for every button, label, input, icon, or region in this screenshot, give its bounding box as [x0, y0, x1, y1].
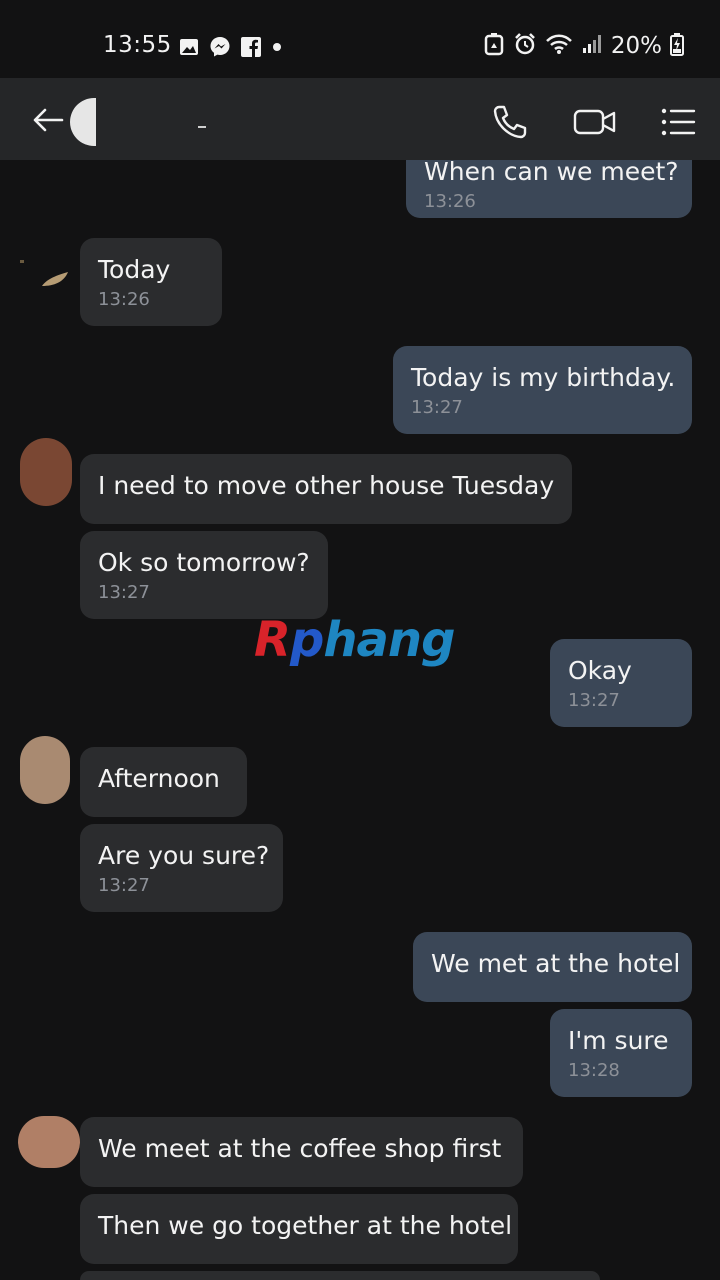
contact-name[interactable]	[198, 126, 206, 128]
message-bubble-outgoing[interactable]: Today is my birthday. 13:27	[393, 346, 692, 434]
message-time: 13:26	[98, 289, 150, 310]
chat-header-overlay	[0, 78, 720, 160]
message-bubble-incoming[interactable]: Ok so tomorrow? 13:27	[80, 531, 328, 619]
message-time: 13:27	[98, 582, 150, 603]
message-time: 13:28	[568, 1060, 620, 1081]
message-bubble-outgoing[interactable]: We met at the hotel	[413, 932, 692, 1002]
watermark-logo: Rphang	[254, 612, 455, 668]
sender-avatar[interactable]	[18, 1116, 80, 1168]
battery-charging-icon	[670, 32, 684, 60]
message-text: Today is my birthday.	[411, 363, 676, 392]
gallery-icon	[178, 36, 200, 62]
message-text: I'm sure	[568, 1026, 669, 1055]
message-text: Then we go together at the hotel	[98, 1211, 513, 1240]
message-text: Afternoon	[98, 764, 220, 793]
message-time: 13:27	[98, 875, 150, 896]
message-text: Are you sure?	[98, 841, 270, 870]
message-bubble-incoming[interactable]: Are you sure? 13:27	[80, 824, 283, 912]
status-time: 13:55	[103, 32, 172, 58]
notification-icons	[178, 35, 284, 63]
contact-avatar[interactable]	[70, 98, 96, 146]
message-time: 13:27	[411, 397, 463, 418]
sender-avatar[interactable]	[20, 438, 72, 506]
facebook-icon	[240, 36, 262, 62]
message-text: We met at the hotel	[431, 949, 681, 978]
message-bubble-incoming[interactable]: Then we go together at the hotel	[80, 1194, 518, 1264]
phone-icon[interactable]	[490, 102, 530, 146]
message-bubble-incoming[interactable]: We meet at the coffee shop first	[80, 1117, 523, 1187]
back-arrow-icon[interactable]	[30, 102, 66, 142]
message-bubble-incoming[interactable]: I need to move other house Tuesday	[80, 454, 572, 524]
message-time: 13:26	[424, 191, 476, 212]
message-bubble-incoming[interactable]: Today 13:26	[80, 238, 222, 326]
video-call-icon[interactable]	[572, 102, 618, 146]
wifi-icon	[545, 32, 573, 60]
alarm-icon	[513, 32, 537, 60]
battery-percent: 20%	[610, 33, 662, 59]
recycle-icon	[483, 32, 505, 60]
message-text: Okay	[568, 656, 632, 685]
message-bubble-incoming[interactable]: Afternoon	[80, 747, 247, 817]
sender-avatar[interactable]	[20, 258, 70, 288]
message-bubble-outgoing[interactable]: I'm sure 13:28	[550, 1009, 692, 1097]
status-bar: 13:55 20%	[0, 0, 720, 78]
menu-icon[interactable]	[658, 102, 698, 146]
message-bubble-outgoing[interactable]: Okay 13:27	[550, 639, 692, 727]
message-time: 13:27	[568, 690, 620, 711]
message-text: We meet at the coffee shop first	[98, 1134, 502, 1163]
system-icons: 20%	[483, 32, 684, 60]
message-text: I need to move other house Tuesday	[98, 471, 555, 500]
message-text: Today	[98, 255, 171, 284]
message-bubble-incoming-partial[interactable]	[80, 1271, 600, 1280]
message-text: Ok so tomorrow?	[98, 548, 310, 577]
signal-icon	[581, 32, 603, 60]
sender-avatar[interactable]	[20, 736, 70, 804]
messenger-icon	[208, 35, 232, 63]
dot-icon	[270, 36, 284, 62]
